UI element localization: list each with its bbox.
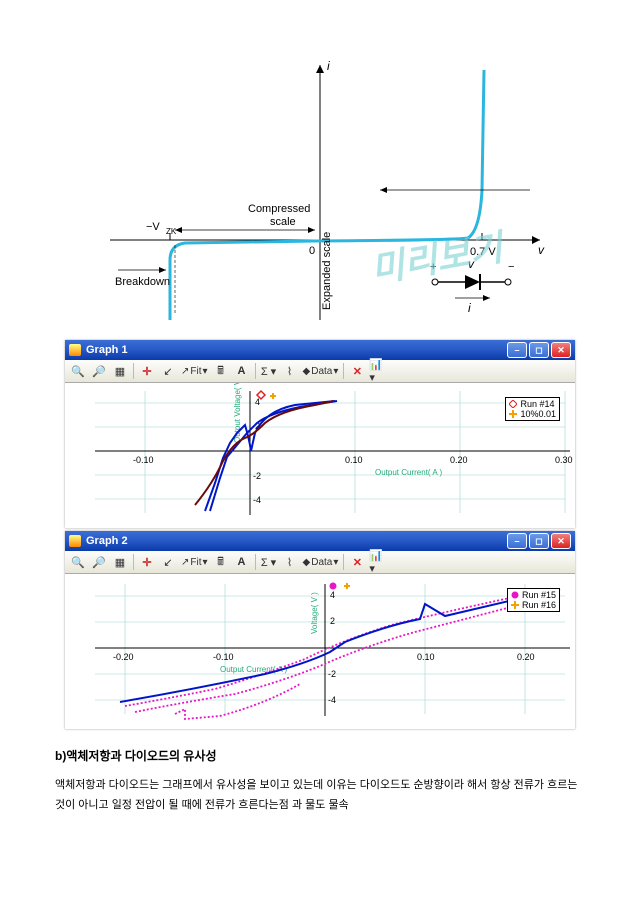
graph2-title: Graph 2 <box>86 535 128 547</box>
data-dropdown[interactable]: ◆Data ▾ <box>301 557 341 568</box>
xy-cursor-icon[interactable]: ✛ <box>137 362 157 380</box>
svg-text:-0.10: -0.10 <box>213 652 234 662</box>
minimize-button[interactable]: – <box>507 533 527 549</box>
svg-text:0.10: 0.10 <box>345 455 363 465</box>
svg-text:0.20: 0.20 <box>450 455 468 465</box>
autoscale-icon[interactable]: ▦ <box>110 362 130 380</box>
origin-label: 0 <box>309 245 315 257</box>
svg-text:+: + <box>430 261 436 273</box>
svg-text:-4: -4 <box>328 695 336 705</box>
circle-icon <box>511 591 519 599</box>
expanded-label: Expanded scale <box>321 232 333 310</box>
diamond-icon <box>509 400 517 408</box>
fit-dropdown[interactable]: ↗Fit ▾ <box>179 366 210 377</box>
svg-text:2: 2 <box>330 616 335 626</box>
svg-text:v: v <box>468 257 475 271</box>
svg-text:i: i <box>468 301 471 315</box>
close-button[interactable]: ✕ <box>551 533 571 549</box>
svg-text:4: 4 <box>330 590 335 600</box>
vzk-label: −V <box>146 221 160 233</box>
svg-text:−: − <box>508 261 514 273</box>
svg-text:-4: -4 <box>253 495 261 505</box>
svg-text:-0.20: -0.20 <box>113 652 134 662</box>
svg-text:0.10: 0.10 <box>417 652 435 662</box>
svg-text:Voltage( V ): Voltage( V ) <box>310 592 319 634</box>
text-annotation-icon[interactable]: A <box>232 553 252 571</box>
graph2-window: Graph 2 – ◻ ✕ 🔍 🔎 ▦ ✛ ↙ ↗Fit ▾ 🖩 A Σ ▾ ⌇… <box>65 531 575 729</box>
slope-icon[interactable]: ↙ <box>158 362 178 380</box>
graph2-titlebar[interactable]: Graph 2 – ◻ ✕ <box>65 531 575 551</box>
x-axis-label: v <box>538 243 545 257</box>
data-dropdown[interactable]: ◆Data ▾ <box>301 366 341 377</box>
slope-icon[interactable]: ↙ <box>158 553 178 571</box>
zoom-select-icon[interactable]: 🔎 <box>89 553 109 571</box>
xy-cursor-icon[interactable]: ✛ <box>137 553 157 571</box>
graph2-legend: Run #15 Run #16 <box>507 588 560 612</box>
minimize-button[interactable]: – <box>507 342 527 358</box>
zoom-in-icon[interactable]: 🔍 <box>68 362 88 380</box>
maximize-button[interactable]: ◻ <box>529 533 549 549</box>
y-axis-label: i <box>327 59 330 73</box>
fit-dropdown[interactable]: ↗Fit ▾ <box>179 557 210 568</box>
graph1-toolbar: 🔍 🔎 ▦ ✛ ↙ ↗Fit ▾ 🖩 A Σ ▾ ⌇ ◆Data ▾ ✕ 📊 ▾ <box>65 360 575 383</box>
zoom-select-icon[interactable]: 🔎 <box>89 362 109 380</box>
svg-text:-2: -2 <box>328 669 336 679</box>
stats-icon[interactable]: Σ ▾ <box>259 362 279 380</box>
smooth-icon[interactable]: ⌇ <box>280 553 300 571</box>
g1-xtick: -0.10 <box>133 455 154 465</box>
delete-icon[interactable]: ✕ <box>347 362 367 380</box>
svg-text:4: 4 <box>255 397 260 407</box>
zoom-in-icon[interactable]: 🔍 <box>68 553 88 571</box>
breakdown-label: Breakdown <box>115 276 170 288</box>
plus-icon <box>511 601 519 609</box>
settings-icon[interactable]: 📊 ▾ <box>368 362 388 380</box>
maximize-button[interactable]: ◻ <box>529 342 549 358</box>
svg-text:0.30: 0.30 <box>555 455 573 465</box>
graph2-plot: -0.20 -0.10 0.10 0.20 4 2 -2 -4 Voltage(… <box>65 574 575 729</box>
diode-iv-diagram: 미리보기 i v 0 −V ZK 0.7 V Compressed scale … <box>90 50 550 330</box>
graph2-toolbar: 🔍 🔎 ▦ ✛ ↙ ↗Fit ▾ 🖩 A Σ ▾ ⌇ ◆Data ▾ ✕ 📊 ▾ <box>65 551 575 574</box>
graph1-legend: Run #14 10%0.01 <box>505 397 560 421</box>
graph1-titlebar[interactable]: Graph 1 – ◻ ✕ <box>65 340 575 360</box>
compressed-label: Compressed <box>248 203 310 215</box>
g1-xlabel: Output Current( A ) <box>375 468 442 477</box>
graph1-title: Graph 1 <box>86 344 128 356</box>
section-heading: b)액체저항과 다이오드의 유사성 <box>55 747 585 764</box>
close-button[interactable]: ✕ <box>551 342 571 358</box>
stats-icon[interactable]: Σ ▾ <box>259 553 279 571</box>
app-icon <box>69 535 81 547</box>
svg-text:0.20: 0.20 <box>517 652 535 662</box>
body-paragraph: 액체저항과 다이오드는 그래프에서 유사성을 보이고 있는데 이유는 다이오드도… <box>55 776 585 816</box>
calculator-icon[interactable]: 🖩 <box>211 362 231 380</box>
vzk-sub: ZK <box>166 227 177 236</box>
app-icon <box>69 344 81 356</box>
calculator-icon[interactable]: 🖩 <box>211 553 231 571</box>
compressed-label2: scale <box>270 216 296 228</box>
graph1-plot: -0.10 0.10 0.20 0.30 4 2 -2 -4 Output Vo… <box>65 383 575 528</box>
autoscale-icon[interactable]: ▦ <box>110 553 130 571</box>
svg-text:-2: -2 <box>253 471 261 481</box>
graph1-window: Graph 1 – ◻ ✕ 🔍 🔎 ▦ ✛ ↙ ↗Fit ▾ 🖩 A Σ ▾ ⌇… <box>65 340 575 528</box>
delete-icon[interactable]: ✕ <box>347 553 367 571</box>
plus-icon <box>509 410 517 418</box>
text-annotation-icon[interactable]: A <box>232 362 252 380</box>
smooth-icon[interactable]: ⌇ <box>280 362 300 380</box>
settings-icon[interactable]: 📊 ▾ <box>368 553 388 571</box>
